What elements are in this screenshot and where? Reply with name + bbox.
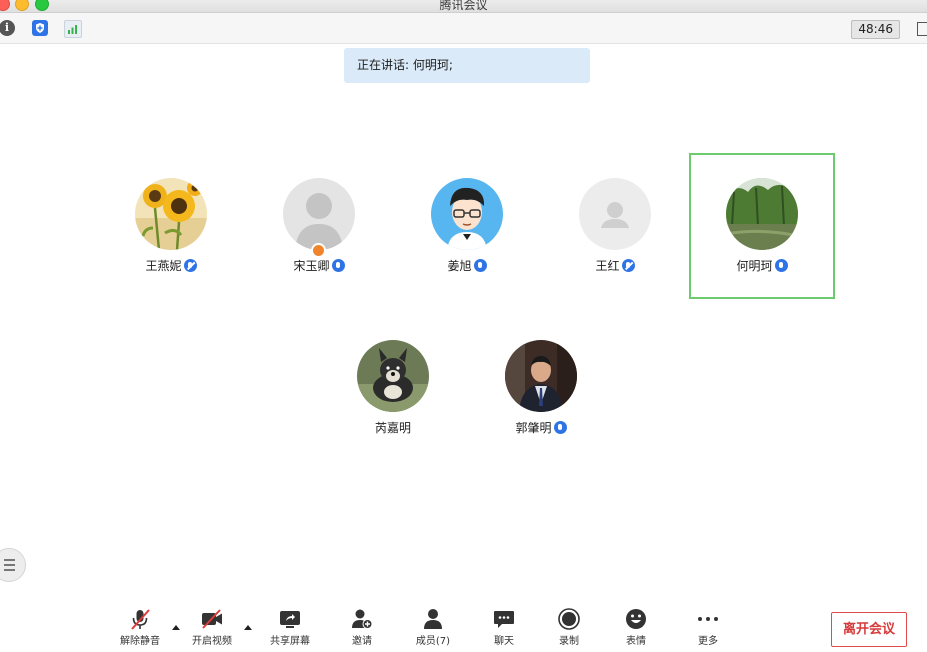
bottom-toolbar: 解除静音 开启视频 共享屏幕 邀请 成员(7) 聊天 录制 表情 更多 离开会议 [0,600,927,652]
mic-icon [473,259,487,272]
host-badge-icon [311,243,326,258]
mic-muted-icon [183,259,197,272]
speaking-text: 正在讲话: 何明珂; [357,58,453,72]
unmute-label: 解除静音 [120,636,160,647]
avatar [505,340,577,412]
participant-name: 姜旭 [447,259,472,273]
mic-off-icon [129,608,151,630]
members-button[interactable]: 成员(7) [400,608,466,650]
record-button[interactable]: 录制 [536,608,602,650]
fullscreen-icon[interactable] [917,22,927,36]
add-person-icon [351,608,373,630]
more-button[interactable]: 更多 [675,608,741,650]
participant-name: 芮嘉明 [374,421,411,435]
participant-tile[interactable]: 王燕妮 [98,153,244,299]
mic-muted-icon [621,259,635,272]
participant-name-row: 何明珂 [691,257,833,274]
participant-name-row: 王燕妮 [98,257,244,274]
avatar [431,178,503,250]
avatar [135,178,207,250]
mic-icon [553,421,567,434]
members-label: 成员(7) [415,636,451,647]
mic-icon [331,259,345,272]
more-dots-icon [697,608,719,630]
avatar [283,178,355,250]
participant-name-row: 宋玉卿 [246,257,392,274]
share-screen-button[interactable]: 共享屏幕 [257,608,323,650]
speaking-banner: 正在讲话: 何明珂; [344,48,590,83]
participant-name-row: 姜旭 [394,257,540,274]
meeting-timer: 48:46 [851,20,900,39]
emoji-label: 表情 [626,636,646,647]
video-options-caret-icon[interactable] [244,625,252,630]
start-video-button[interactable]: 开启视频 [179,608,245,650]
record-icon [558,608,580,630]
chat-label: 聊天 [494,636,514,647]
invite-label: 邀请 [352,636,372,647]
video-off-icon [201,608,223,630]
invite-button[interactable]: 邀请 [329,608,395,650]
share-screen-icon [279,608,301,630]
shield-icon[interactable] [32,20,48,36]
participant-tile[interactable]: 王红 [542,153,688,299]
person-icon [422,608,444,630]
participant-name: 王红 [595,259,620,273]
start-video-label: 开启视频 [192,636,232,647]
participant-tile[interactable]: 姜旭 [394,153,540,299]
record-label: 录制 [559,636,579,647]
participant-name: 郭肇明 [515,421,552,435]
more-label: 更多 [698,636,718,647]
avatar [726,178,798,250]
info-icon[interactable]: i [0,20,15,36]
participant-name-row: 郭肇明 [468,419,614,436]
participant-tile[interactable]: 宋玉卿 [246,153,392,299]
participant-tile[interactable]: 芮嘉明 [320,315,466,461]
window-title: 腾讯会议 [439,0,488,12]
floating-menu-button[interactable] [0,548,26,582]
emoji-button[interactable]: 表情 [603,608,669,650]
title-bar: 腾讯会议 [0,0,927,13]
share-screen-label: 共享屏幕 [270,636,310,647]
participant-name: 宋玉卿 [293,259,330,273]
network-signal-icon[interactable] [64,20,82,38]
chat-icon [493,608,515,630]
status-bar: i 48:46 [0,13,927,44]
smiley-icon [625,608,647,630]
chat-button[interactable]: 聊天 [471,608,537,650]
unmute-button[interactable]: 解除静音 [107,608,173,650]
participant-name-row: 芮嘉明 [320,419,466,436]
participant-tile[interactable]: 郭肇明 [468,315,614,461]
mic-icon [774,259,788,272]
participant-name-row: 王红 [542,257,688,274]
leave-meeting-button[interactable]: 离开会议 [831,612,907,647]
participant-name: 王燕妮 [145,259,182,273]
participant-tile-speaking[interactable]: 何明珂 [689,153,835,299]
participant-name: 何明珂 [736,259,773,273]
avatar [579,178,651,250]
avatar [357,340,429,412]
